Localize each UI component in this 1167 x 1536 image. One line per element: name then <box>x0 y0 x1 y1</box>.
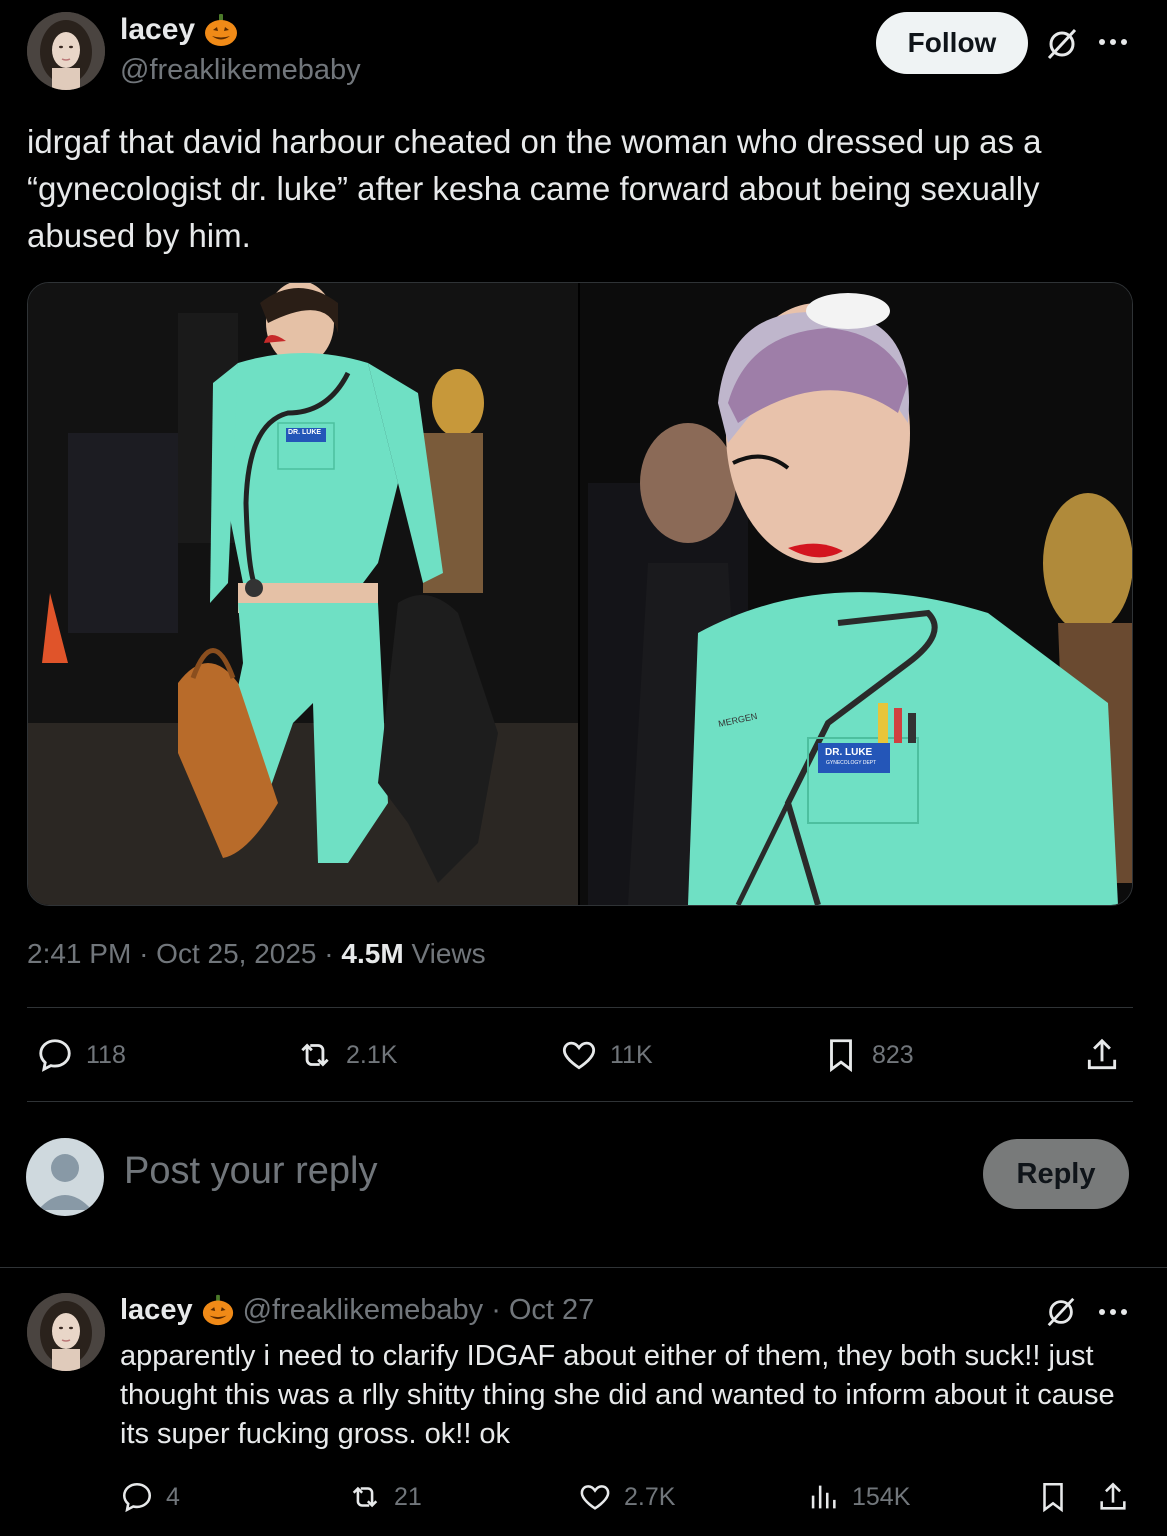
right-photo <box>580 283 1132 905</box>
tweet-meta: 2:41 PM · Oct 25, 2025 · 4.5M Views <box>27 938 486 969</box>
reply-views-action[interactable]: 154K <box>806 1480 910 1514</box>
bookmark-action[interactable]: 823 <box>822 1036 914 1074</box>
more-icon[interactable] <box>1097 32 1129 52</box>
repost-icon <box>352 1486 378 1508</box>
right-photo-tag-sub: GYNECOLOGY DEPT <box>826 760 877 766</box>
reply-icon <box>39 1039 71 1072</box>
tweet-media[interactable]: DR. LUKE DR. LUKE GYNECOLOGY DEPT MERGEN <box>27 282 1133 906</box>
reply-author-avatar[interactable] <box>27 1293 105 1371</box>
media-photo-collage <box>28 283 1132 905</box>
author-name[interactable]: lacey <box>120 13 195 47</box>
share-icon <box>1100 1482 1126 1510</box>
reply-date[interactable]: Oct 27 <box>509 1294 594 1327</box>
reply-author-name[interactable]: lacey <box>120 1294 193 1327</box>
more-icon[interactable] <box>1097 1302 1129 1322</box>
repost-count: 2.1K <box>346 1040 398 1069</box>
views-label: Views <box>411 938 486 969</box>
reply-bookmark-action[interactable] <box>1036 1480 1070 1514</box>
analytics-icon <box>811 1485 836 1509</box>
avatar-portrait <box>27 12 105 90</box>
tweet-time[interactable]: 2:41 PM <box>27 938 131 969</box>
reply-repost-count: 21 <box>394 1482 422 1511</box>
divider-bottom <box>27 1101 1133 1102</box>
bookmark-count: 823 <box>872 1040 914 1069</box>
share-action[interactable] <box>1083 1036 1121 1074</box>
section-divider <box>0 1267 1167 1268</box>
left-photo-tag: DR. LUKE <box>288 429 322 436</box>
reply-like-action[interactable]: 2.7K <box>578 1480 675 1514</box>
pumpkin-icon <box>205 14 238 46</box>
views-count: 4.5M <box>341 938 404 969</box>
divider-top <box>27 1007 1133 1008</box>
avatar-portrait <box>27 1293 105 1371</box>
reply-reply-count: 4 <box>166 1482 180 1511</box>
repost-action[interactable]: 2.1K <box>296 1036 397 1074</box>
reply-icon <box>122 1482 152 1513</box>
pumpkin-icon <box>202 1294 233 1326</box>
reply-input[interactable]: Post your reply <box>124 1150 377 1193</box>
reply-share-action[interactable] <box>1096 1480 1130 1514</box>
left-photo <box>28 283 578 905</box>
reply-like-count: 2.7K <box>624 1482 676 1511</box>
repost-icon <box>301 1043 329 1067</box>
author-avatar[interactable] <box>27 12 105 90</box>
grok-icon[interactable] <box>1044 1295 1078 1329</box>
bookmark-icon <box>1043 1482 1063 1513</box>
reply-separator: · <box>491 1293 501 1326</box>
reply-views-count: 154K <box>852 1482 911 1511</box>
author-handle[interactable]: @freaklikemebaby <box>120 54 361 87</box>
like-action[interactable]: 11K <box>560 1036 653 1074</box>
heart-icon <box>580 1485 610 1510</box>
like-count: 11K <box>610 1040 653 1069</box>
share-icon <box>1087 1038 1117 1070</box>
reply-text: apparently i need to clarify IDGAF about… <box>120 1340 1115 1450</box>
heart-icon <box>562 1041 596 1070</box>
tweet-date[interactable]: Oct 25, 2025 <box>156 938 316 969</box>
reply-count: 118 <box>86 1040 126 1069</box>
default-avatar-icon <box>38 1154 92 1210</box>
tweet-text: idrgaf that david harbour cheated on the… <box>27 123 1042 254</box>
reply-repost-action[interactable]: 21 <box>348 1480 422 1514</box>
reply-reply-action[interactable]: 4 <box>120 1480 180 1514</box>
bookmark-icon <box>830 1039 852 1073</box>
right-photo-tag: DR. LUKE <box>825 747 873 758</box>
composer-avatar[interactable] <box>26 1138 104 1216</box>
reply-author-handle[interactable]: @freaklikemebaby <box>243 1294 484 1327</box>
follow-button[interactable]: Follow <box>876 12 1028 74</box>
reply-button[interactable]: Reply <box>983 1139 1129 1209</box>
reply-action[interactable]: 118 <box>36 1036 126 1074</box>
grok-icon[interactable] <box>1044 26 1080 62</box>
